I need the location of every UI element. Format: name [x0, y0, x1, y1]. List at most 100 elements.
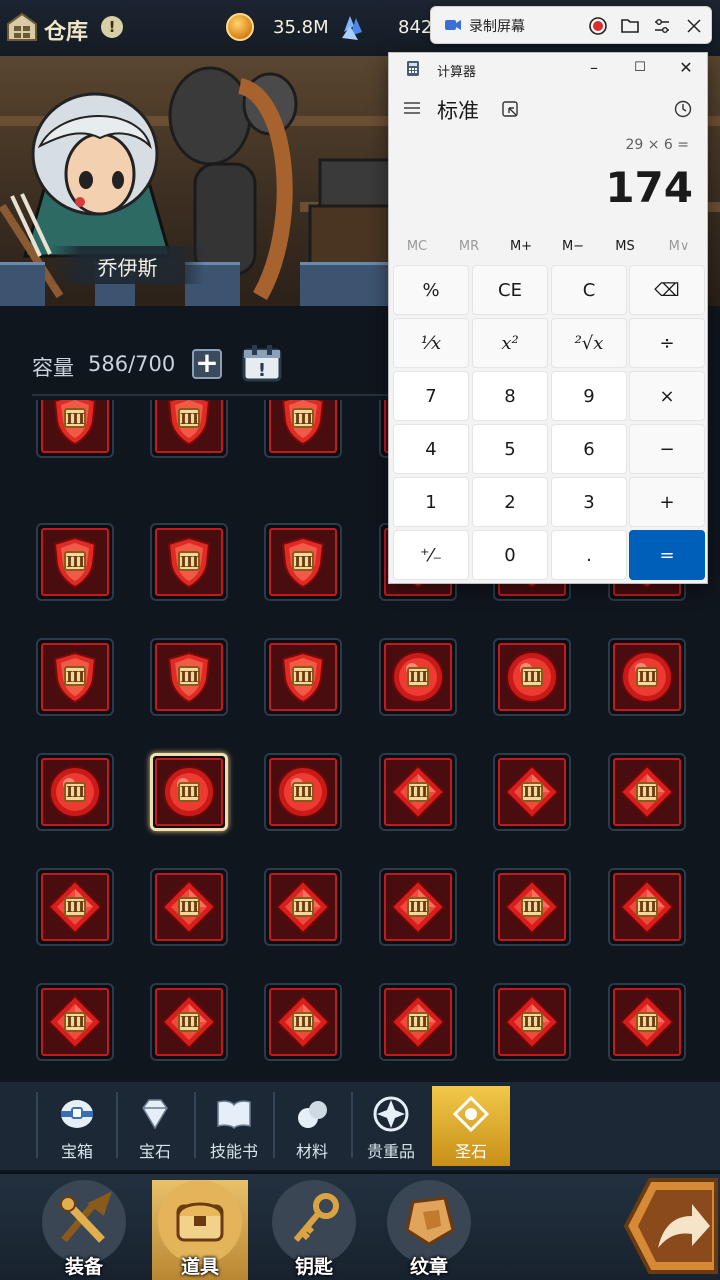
tab-valuable[interactable]: 贵重品	[352, 1086, 430, 1166]
item-slot[interactable]: III	[379, 638, 457, 716]
item-slot[interactable]: III	[150, 868, 228, 946]
item-slot[interactable]: III	[36, 868, 114, 946]
nav-key[interactable]: 钥匙	[266, 1180, 362, 1280]
nav-items[interactable]: 道具	[152, 1180, 248, 1280]
item-slot[interactable]: III	[264, 638, 342, 716]
item-slot[interactable]: III	[608, 868, 686, 946]
tab-label: 技能书	[209, 1142, 258, 1161]
item-slot[interactable]: III	[36, 638, 114, 716]
item-slot[interactable]: III	[608, 638, 686, 716]
recorder-title: 录制屏幕	[469, 19, 525, 35]
tab-separator	[36, 1092, 38, 1158]
orb-holy-stone-icon: III	[498, 643, 566, 711]
calculator-app-icon	[407, 61, 419, 76]
diamond-holy-stone-icon: III	[498, 988, 566, 1056]
decimal-key[interactable]: .	[551, 530, 627, 580]
tab-gem[interactable]: 宝石	[116, 1086, 194, 1166]
multiply-key[interactable]: ×	[629, 371, 705, 421]
item-slot[interactable]: III	[36, 983, 114, 1061]
diamond-holy-stone-icon: III	[384, 758, 452, 826]
item-slot[interactable]: III	[264, 983, 342, 1061]
digit-0-key[interactable]: 0	[472, 530, 548, 580]
item-slot[interactable]: III	[608, 983, 686, 1061]
item-slot[interactable]: III	[36, 523, 114, 601]
nav-equipment[interactable]: 装备	[36, 1180, 132, 1280]
folder-icon[interactable]	[619, 15, 641, 37]
digit-3-key[interactable]: 3	[551, 477, 627, 527]
item-slot[interactable]: III	[493, 983, 571, 1061]
close-icon[interactable]	[683, 15, 705, 37]
equals-key[interactable]: =	[629, 530, 705, 580]
item-slot[interactable]: III	[150, 638, 228, 716]
backspace-key[interactable]: ⌫	[629, 265, 705, 315]
item-slot[interactable]: III	[264, 753, 342, 831]
item-slot[interactable]: III	[493, 868, 571, 946]
item-slot[interactable]: III	[150, 983, 228, 1061]
history-icon[interactable]	[673, 99, 693, 119]
item-slot[interactable]: III	[150, 400, 228, 458]
item-slot[interactable]: III	[379, 868, 457, 946]
percent-key[interactable]: %	[393, 265, 469, 315]
memory-button[interactable]: M+	[495, 239, 547, 254]
add-key[interactable]: +	[629, 477, 705, 527]
memory-button[interactable]: M∨	[653, 239, 705, 254]
square-key[interactable]: x²	[472, 318, 548, 368]
maximize-button[interactable]: ☐	[627, 57, 653, 79]
item-slot[interactable]: III	[608, 753, 686, 831]
digit-8-key[interactable]: 8	[472, 371, 548, 421]
info-icon[interactable]: !	[101, 16, 123, 38]
diamond-holy-stone-icon: III	[613, 758, 681, 826]
nav-emblem[interactable]: 纹章	[381, 1180, 477, 1280]
divide-key[interactable]: ÷	[629, 318, 705, 368]
item-slot[interactable]: III	[264, 868, 342, 946]
close-window-button[interactable]: ✕	[673, 57, 699, 79]
memory-button[interactable]: MR	[443, 239, 495, 254]
hamburger-menu-icon[interactable]	[403, 101, 421, 115]
item-slot[interactable]: III	[150, 753, 228, 831]
item-slot[interactable]: III	[379, 983, 457, 1061]
minimize-button[interactable]: –	[581, 57, 607, 79]
valuable-icon	[373, 1096, 409, 1132]
sqrt-key[interactable]: ²√x	[551, 318, 627, 368]
item-slot[interactable]: III	[493, 638, 571, 716]
calendar-alert-icon[interactable]: !	[240, 342, 284, 382]
item-slot[interactable]: III	[36, 400, 114, 458]
nav-label: 钥匙	[294, 1256, 333, 1278]
item-slot[interactable]: III	[264, 523, 342, 601]
warehouse-icon[interactable]	[6, 11, 38, 43]
next-arrow-button[interactable]	[620, 1176, 720, 1276]
tab-holy-stone[interactable]: 圣石	[432, 1086, 510, 1166]
memory-button[interactable]: MC	[391, 239, 443, 254]
item-slot[interactable]: III	[493, 753, 571, 831]
digit-7-key[interactable]: 7	[393, 371, 469, 421]
equipment-icon	[60, 1191, 112, 1243]
item-slot[interactable]: III	[264, 400, 342, 458]
diamond-holy-stone-icon: III	[498, 873, 566, 941]
expand-capacity-button[interactable]: +	[192, 349, 222, 379]
digit-6-key[interactable]: 6	[551, 424, 627, 474]
digit-2-key[interactable]: 2	[472, 477, 548, 527]
memory-button[interactable]: MS	[599, 239, 651, 254]
item-slot[interactable]: III	[36, 753, 114, 831]
tab-book[interactable]: 技能书	[195, 1086, 273, 1166]
subtract-key[interactable]: −	[629, 424, 705, 474]
svg-text:!: !	[258, 360, 266, 381]
digit-5-key[interactable]: 5	[472, 424, 548, 474]
settings-sliders-icon[interactable]	[651, 15, 673, 37]
digit-9-key[interactable]: 9	[551, 371, 627, 421]
digit-4-key[interactable]: 4	[393, 424, 469, 474]
item-slot[interactable]: III	[379, 753, 457, 831]
item-slot[interactable]: III	[150, 523, 228, 601]
clear-entry-key[interactable]: CE	[472, 265, 548, 315]
digit-1-key[interactable]: 1	[393, 477, 469, 527]
tab-material[interactable]: 材料	[273, 1086, 351, 1166]
keep-on-top-icon[interactable]	[501, 100, 519, 118]
nav-label: 纹章	[409, 1256, 448, 1278]
shield-holy-stone-icon: III	[155, 528, 223, 596]
record-icon[interactable]	[587, 15, 609, 37]
memory-button[interactable]: M−	[547, 239, 599, 254]
reciprocal-key[interactable]: ¹⁄x	[393, 318, 469, 368]
clear-key[interactable]: C	[551, 265, 627, 315]
tab-chest[interactable]: 宝箱	[38, 1086, 116, 1166]
negate-key[interactable]: ⁺⁄₋	[393, 530, 469, 580]
